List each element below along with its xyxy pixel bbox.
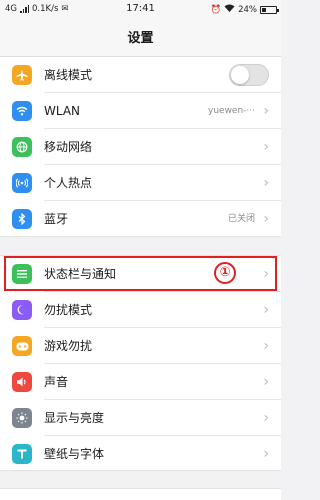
chevron-right-icon: › bbox=[263, 374, 269, 390]
settings-row-wlan[interactable]: WLAN yuewen-··· › bbox=[0, 93, 281, 129]
wifi-status-icon bbox=[224, 4, 235, 15]
settings-row-airplane-mode[interactable]: 离线模式 bbox=[0, 57, 281, 93]
chevron-right-icon: › bbox=[263, 446, 269, 462]
gamepad-icon bbox=[12, 336, 32, 356]
battery-icon bbox=[260, 5, 279, 14]
settings-row-label: 游戏勿扰 bbox=[44, 339, 93, 353]
toggle-knob bbox=[231, 66, 249, 84]
settings-row-wallpaper-font[interactable]: 壁纸与字体 › bbox=[0, 436, 281, 472]
settings-row-display-brightness[interactable]: 显示与亮度 › bbox=[0, 400, 281, 436]
chevron-right-icon: › bbox=[263, 139, 269, 155]
status-bar: 4G 0.1K/s ✉ 17:41 ⏰ 24% bbox=[0, 0, 281, 20]
chevron-right-icon: › bbox=[263, 338, 269, 354]
settings-row-label: 蓝牙 bbox=[44, 212, 69, 226]
step-number-annotation: ① bbox=[214, 262, 236, 284]
globe-icon bbox=[12, 137, 32, 157]
bluetooth-icon bbox=[12, 209, 32, 229]
settings-row-label: 离线模式 bbox=[44, 68, 93, 82]
hotspot-icon bbox=[12, 173, 32, 193]
settings-row-label: 移动网络 bbox=[44, 140, 93, 154]
moon-icon bbox=[12, 300, 32, 320]
settings-row-label: 声音 bbox=[44, 375, 69, 389]
airplane-icon bbox=[12, 65, 32, 85]
sun-icon bbox=[12, 408, 32, 428]
settings-row-label: 个人热点 bbox=[44, 176, 93, 190]
settings-row-hotspot[interactable]: 个人热点 › bbox=[0, 165, 281, 201]
chevron-right-icon: › bbox=[263, 175, 269, 191]
settings-group-connectivity: 离线模式 WLAN yuewen-··· › 移动网络 › 个人热点 › 蓝牙 … bbox=[0, 57, 281, 237]
settings-row-sound[interactable]: 声音 › bbox=[0, 364, 281, 400]
font-icon bbox=[12, 444, 32, 464]
settings-row-label: 勿扰模式 bbox=[44, 303, 93, 317]
speaker-icon bbox=[12, 372, 32, 392]
settings-row-label: WLAN bbox=[44, 104, 81, 118]
chevron-right-icon: › bbox=[263, 211, 269, 227]
settings-row-mobile-network[interactable]: 移动网络 › bbox=[0, 129, 281, 165]
page-title: 设置 bbox=[0, 20, 281, 57]
settings-row-label: 壁纸与字体 bbox=[44, 447, 105, 461]
airplane-mode-toggle[interactable] bbox=[229, 64, 269, 86]
settings-row-label: 显示与亮度 bbox=[44, 411, 105, 425]
chevron-right-icon: › bbox=[263, 410, 269, 426]
alarm-icon: ⏰ bbox=[210, 4, 222, 15]
highlight-box bbox=[4, 256, 277, 291]
chevron-right-icon: › bbox=[263, 302, 269, 318]
settings-row-do-not-disturb[interactable]: 勿扰模式 › bbox=[0, 292, 281, 328]
wlan-network-name: yuewen-··· bbox=[208, 106, 255, 116]
settings-row-bluetooth[interactable]: 蓝牙 已关闭 › bbox=[0, 201, 281, 237]
bluetooth-status: 已关闭 bbox=[227, 214, 255, 224]
settings-row-game-dnd[interactable]: 游戏勿扰 › bbox=[0, 328, 281, 364]
wifi-icon bbox=[12, 101, 32, 121]
settings-group-next bbox=[0, 488, 281, 500]
battery-percent: 24% bbox=[238, 4, 257, 15]
chevron-right-icon: › bbox=[263, 103, 269, 119]
